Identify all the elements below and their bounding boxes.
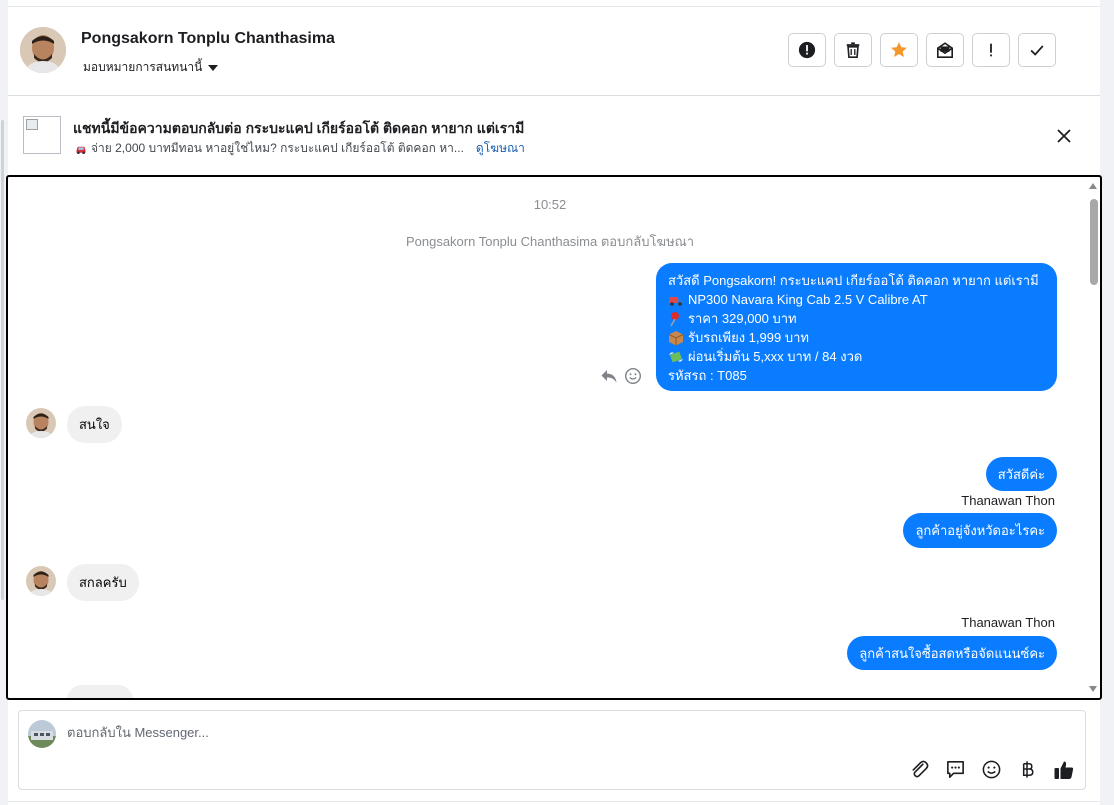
message-line-text: NP300 Navara King Cab 2.5 V Calibre AT: [688, 292, 928, 307]
message-line-text: สวัสดี Pongsakorn! กระบะแคป เกียร์ออโต้ …: [668, 273, 1039, 288]
ad-title: แชทนี้มีข้อความตอบกลับต่อ กระบะแคป เกียร…: [73, 120, 525, 136]
sender-name: Thanawan Thon: [961, 493, 1055, 508]
mark-done-button[interactable]: [1018, 33, 1056, 67]
react-emoji-icon[interactable]: [624, 367, 642, 385]
thumbs-up-icon[interactable]: [1052, 758, 1075, 781]
pin-icon: [670, 311, 679, 326]
thread-scrollbar[interactable]: [1086, 177, 1100, 698]
assign-label: มอบหมายการสนทนานี้: [83, 60, 203, 74]
right-panel-edge: [1100, 0, 1114, 805]
message-line-text: ราคา 329,000 บาท: [688, 311, 797, 326]
message-timestamp: 10:52: [533, 197, 567, 212]
baht-icon[interactable]: [1016, 758, 1039, 781]
bottom-divider: [8, 801, 1100, 802]
paperclip-icon[interactable]: [908, 758, 931, 781]
exclamation-icon: [990, 43, 992, 57]
message-line: ผ่อนเริ่มต้น 5,xxx บาท / 84 งวด: [668, 347, 1045, 366]
star-icon: [891, 42, 907, 58]
scroll-down-arrow-icon[interactable]: [1089, 686, 1097, 692]
ad-thumbnail[interactable]: [23, 116, 61, 154]
sender-name: Thanawan Thon: [961, 615, 1055, 630]
message-line: รหัสรถ : T085: [668, 366, 1045, 385]
message-actions: [600, 367, 642, 385]
flag-important-button[interactable]: [972, 33, 1010, 67]
message-line-text: ผ่อนเริ่มต้น 5,xxx บาท / 84 งวด: [688, 349, 863, 364]
close-icon: [1057, 129, 1071, 143]
header-toolbar: [788, 33, 1056, 67]
message-line-text: รับรถเพียง 1,999 บาท: [688, 330, 809, 345]
outgoing-message[interactable]: ลูกค้าสนใจซื้อสดหรือจัดแนนซ์คะ: [847, 636, 1057, 670]
ad-subtitle: จ่าย 2,000 บาทมีทอน หาอยู่ใช่ไหม? กระบะแ…: [91, 141, 464, 155]
truck-icon: [669, 296, 683, 306]
contact-name: Pongsakorn Tonplu Chanthasima: [81, 30, 335, 47]
message-line: สวัสดี Pongsakorn! กระบะแคป เกียร์ออโต้ …: [668, 271, 1045, 290]
message-line: ราคา 329,000 บาท: [668, 309, 1045, 328]
mark-unread-button[interactable]: [926, 33, 964, 67]
message-line: NP300 Navara King Cab 2.5 V Calibre AT: [668, 290, 1045, 309]
message-thread[interactable]: 10:52 Pongsakorn Tonplu Chanthasima ตอบก…: [6, 175, 1102, 700]
trash-icon: [846, 42, 860, 59]
ad-reply-message[interactable]: สวัสดี Pongsakorn! กระบะแคป เกียร์ออโต้ …: [656, 263, 1057, 391]
car-icon: [76, 146, 86, 154]
delete-button[interactable]: [834, 33, 872, 67]
view-ad-link[interactable]: ดูโฆษณา: [476, 139, 525, 158]
contact-avatar-small[interactable]: [26, 408, 56, 438]
contact-avatar[interactable]: [20, 27, 66, 73]
star-button[interactable]: [880, 33, 918, 67]
check-icon: [1030, 45, 1044, 56]
ad-subtitle-row: จ่าย 2,000 บาทมีทอน หาอยู่ใช่ไหม? กระบะแ…: [75, 139, 525, 158]
alert-circle-icon: [798, 41, 816, 59]
conversation-header: Pongsakorn Tonplu Chanthasima มอบหมายการ…: [8, 7, 1100, 96]
incoming-message[interactable]: สนใจ: [67, 406, 122, 443]
report-button[interactable]: [788, 33, 826, 67]
system-note: Pongsakorn Tonplu Chanthasima ตอบกลับโฆษ…: [405, 234, 695, 249]
message-line: รับรถเพียง 1,999 บาท: [668, 328, 1045, 347]
chat-bubble-icon[interactable]: [944, 758, 967, 781]
composer-tools: [908, 758, 1075, 781]
incoming-message-partial[interactable]: [67, 685, 133, 698]
emoji-icon[interactable]: [980, 758, 1003, 781]
reply-input[interactable]: [67, 725, 967, 740]
message-composer: [18, 710, 1086, 790]
page-avatar: [28, 720, 56, 748]
left-scrollbar[interactable]: [1, 120, 4, 600]
outgoing-message-text: สวัสดีค่ะ: [997, 467, 1045, 482]
assign-conversation-dropdown[interactable]: มอบหมายการสนทนานี้: [83, 58, 219, 77]
outgoing-message[interactable]: ลูกค้าอยู่จังหวัดอะไรคะ: [903, 513, 1057, 548]
broken-image-icon: [26, 119, 38, 130]
incoming-message[interactable]: สกลครับ: [67, 564, 139, 601]
message-line-text: รหัสรถ : T085: [668, 368, 747, 383]
package-icon: [668, 330, 684, 345]
outgoing-message[interactable]: สวัสดีค่ะ: [985, 457, 1057, 491]
mail-open-icon: [936, 42, 954, 59]
ad-context-bar: แชทนี้มีข้อความตอบกลับต่อ กระบะแคป เกียร…: [8, 96, 1100, 174]
money-wings-icon: [669, 351, 683, 362]
contact-avatar-small[interactable]: [26, 566, 56, 596]
close-ad-bar-button[interactable]: [1054, 126, 1074, 146]
caret-down-icon: [208, 64, 219, 71]
outgoing-message-text: ลูกค้าอยู่จังหวัดอะไรคะ: [915, 523, 1045, 538]
outgoing-message-text: ลูกค้าสนใจซื้อสดหรือจัดแนนซ์คะ: [859, 646, 1045, 661]
scroll-up-arrow-icon[interactable]: [1089, 183, 1097, 189]
reply-icon[interactable]: [600, 367, 618, 385]
scrollbar-thumb[interactable]: [1090, 199, 1098, 285]
